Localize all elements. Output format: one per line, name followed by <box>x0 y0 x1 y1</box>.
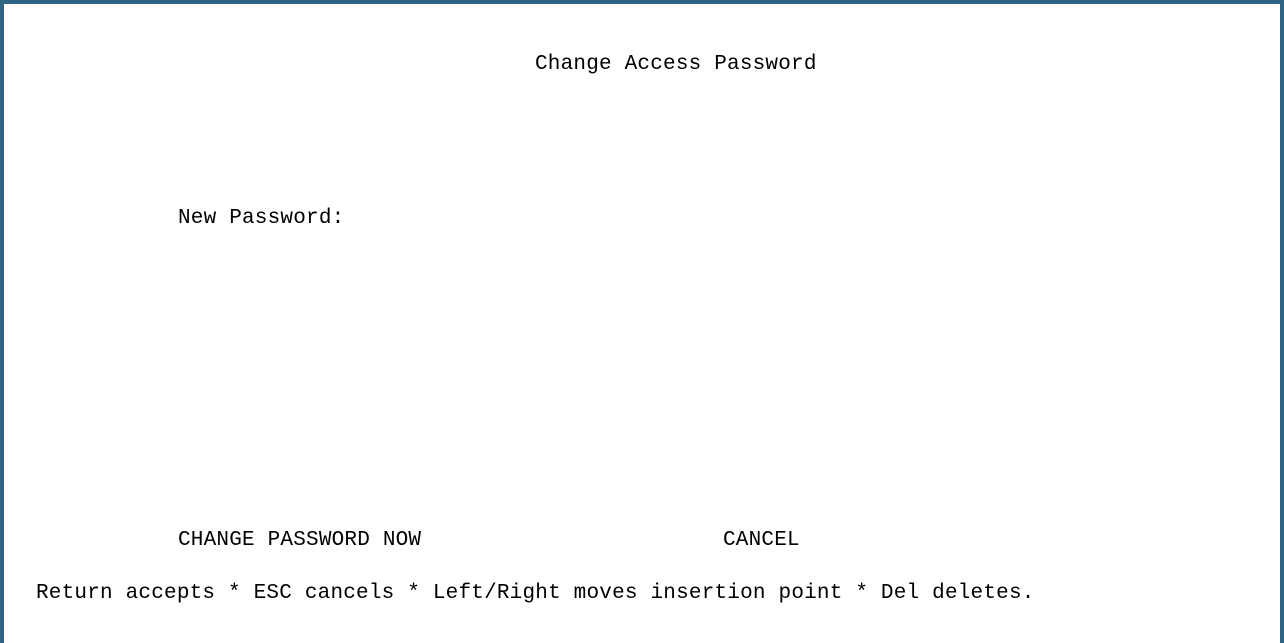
new-password-label: New Password: <box>178 207 345 230</box>
cancel-button[interactable]: CANCEL <box>723 529 800 553</box>
help-text: Return accepts * ESC cancels * Left/Righ… <box>36 582 1035 605</box>
change-password-button[interactable]: CHANGE PASSWORD NOW <box>178 529 421 553</box>
new-password-field[interactable] <box>396 205 816 233</box>
page-title: Change Access Password <box>535 53 817 76</box>
terminal-window: Change Access Password New Password: CHA… <box>0 0 1284 643</box>
